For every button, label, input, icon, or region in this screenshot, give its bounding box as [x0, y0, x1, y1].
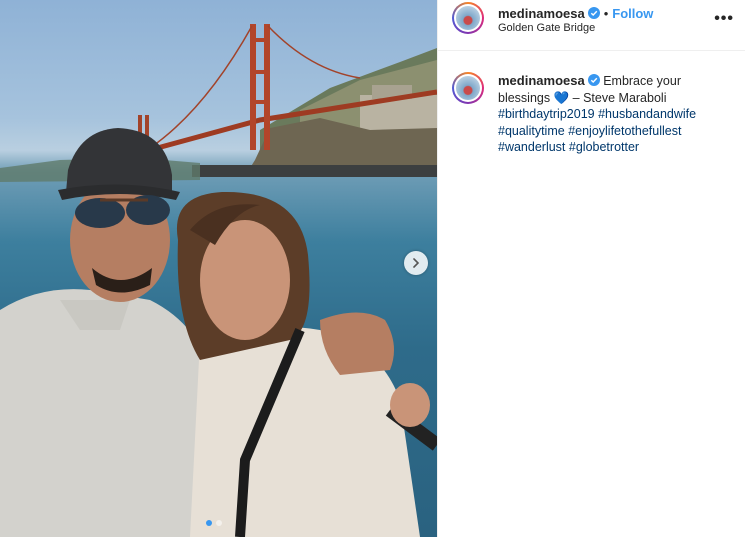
carousel-dot-active [206, 520, 212, 526]
avatar-image [456, 76, 480, 100]
separator-bullet: • [603, 6, 609, 21]
carousel-next-button[interactable] [404, 251, 428, 275]
hashtag-link[interactable]: #qualitytime [498, 124, 565, 138]
more-options-icon[interactable]: ••• [714, 10, 734, 28]
hashtag-link[interactable]: #birthdaytrip2019 [498, 107, 595, 121]
caption-username-link[interactable]: medinamoesa [498, 73, 585, 88]
username-link[interactable]: medinamoesa [498, 6, 585, 21]
carousel-indicator [206, 520, 222, 526]
verified-badge-icon [587, 7, 600, 19]
caption-text-blessings: blessings [498, 90, 551, 105]
verified-badge-icon [587, 74, 600, 86]
post-photo[interactable] [0, 0, 437, 537]
avatar-image [456, 6, 480, 30]
post-header: medinamoesa • Follow Golden Gate Bridge ••… [438, 0, 745, 51]
caption-text-quote-author: – Steve Maraboli [572, 90, 667, 105]
location-link[interactable]: Golden Gate Bridge [498, 22, 595, 34]
hashtag-link[interactable]: #wanderlust [498, 140, 565, 154]
hashtag-link[interactable]: #husbandandwife [598, 107, 696, 121]
post-side-panel: medinamoesa • Follow Golden Gate Bridge ••… [437, 0, 745, 537]
post-caption: medinamoesa Embrace your blessings 💙 – S… [498, 73, 734, 156]
header-user-line: medinamoesa • Follow [498, 6, 653, 21]
caption-avatar[interactable] [452, 72, 484, 104]
photo-scene [0, 24, 437, 537]
avatar[interactable] [452, 2, 484, 34]
hashtag-link[interactable]: #globetrotter [569, 140, 639, 154]
caption-text-line1: Embrace your [603, 74, 681, 88]
carousel-dot [216, 520, 222, 526]
follow-button[interactable]: Follow [612, 6, 653, 21]
blue-heart-emoji: 💙 [553, 90, 570, 105]
chevron-right-icon [413, 258, 420, 268]
hashtag-link[interactable]: #enjoylifetothefullest [568, 124, 681, 138]
